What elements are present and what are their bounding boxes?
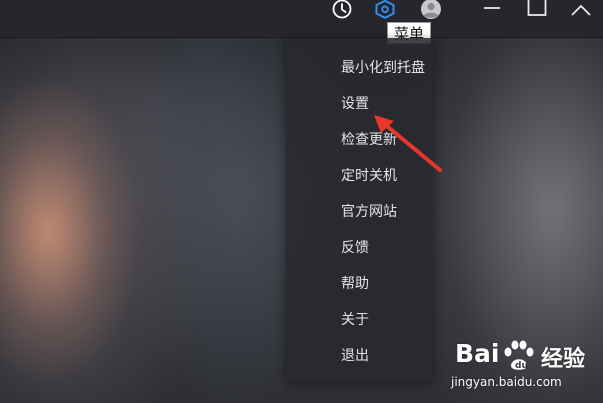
annotation-arrow-icon bbox=[374, 115, 442, 172]
collapse-icon[interactable] bbox=[571, 2, 591, 18]
menu-item-official-website[interactable]: 官方网站 bbox=[286, 194, 433, 230]
app-window: 菜单 最小化到托盘 设置 检查更新 定时关机 官方网站 反馈 帮助 关于 退出 … bbox=[0, 0, 603, 403]
paw-icon: du bbox=[504, 340, 534, 371]
maximize-icon[interactable] bbox=[527, 0, 547, 18]
avatar-icon[interactable] bbox=[419, 0, 443, 22]
menu-item-feedback[interactable]: 反馈 bbox=[286, 230, 433, 266]
history-icon[interactable] bbox=[330, 0, 354, 22]
title-bar bbox=[0, 0, 603, 38]
main-menu: 最小化到托盘 设置 检查更新 定时关机 官方网站 反馈 帮助 关于 退出 bbox=[286, 38, 433, 381]
menu-item-help[interactable]: 帮助 bbox=[286, 266, 433, 302]
watermark-brand-suffix: 经验 bbox=[541, 347, 586, 372]
menu-item-exit[interactable]: 退出 bbox=[286, 338, 433, 374]
watermark-brand: Bai bbox=[455, 339, 500, 368]
menu-item-minimize-to-tray[interactable]: 最小化到托盘 bbox=[286, 50, 433, 86]
watermark: Bai du 经验 jingyan.baidu.com bbox=[447, 337, 597, 397]
svg-text:du: du bbox=[515, 361, 528, 371]
settings-icon[interactable] bbox=[373, 0, 397, 22]
watermark-url: jingyan.baidu.com bbox=[451, 375, 562, 389]
minimize-icon[interactable] bbox=[483, 2, 501, 18]
menu-item-about[interactable]: 关于 bbox=[286, 302, 433, 338]
